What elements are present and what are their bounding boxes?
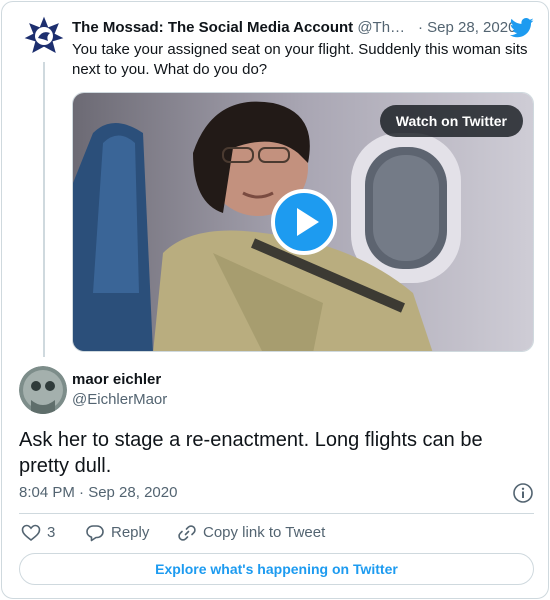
copy-link-label: Copy link to Tweet — [203, 524, 326, 541]
tweet-embed-card: The Mossad: The Social Media Account @Th… — [1, 1, 549, 599]
thread-connector-line — [43, 62, 45, 357]
author-avatar[interactable] — [19, 366, 67, 414]
quoted-tweet-date[interactable]: · Sep 28, 2020 — [418, 18, 516, 38]
mossad-avatar[interactable] — [24, 16, 64, 56]
reply-button[interactable]: Reply — [85, 522, 149, 544]
twitter-bird-icon[interactable] — [510, 18, 534, 38]
watch-on-twitter-button[interactable]: Watch on Twitter — [379, 105, 523, 137]
reply-bubble-icon — [86, 525, 104, 542]
reply-label: Reply — [111, 524, 150, 541]
author-handle[interactable]: @EichlerMaor — [72, 390, 167, 410]
quoted-tweet-header: The Mossad: The Social Media Account @Th… — [72, 18, 534, 38]
divider — [19, 513, 534, 514]
copy-link-button[interactable]: Copy link to Tweet — [177, 522, 325, 544]
quoted-author-name[interactable]: The Mossad: The Social Media Account — [72, 19, 353, 36]
tweet-text: Ask her to stage a re-enactment. Long fl… — [19, 429, 483, 477]
like-count: 3 — [47, 524, 56, 541]
tweet-timestamp[interactable]: 8:04 PM · Sep 28, 2020 — [19, 483, 177, 503]
info-icon[interactable] — [512, 482, 534, 504]
like-button[interactable]: 3 — [21, 522, 55, 544]
link-icon — [178, 525, 196, 541]
play-icon[interactable] — [271, 189, 337, 255]
quoted-author-handle[interactable]: @Th… — [357, 19, 405, 36]
author-name[interactable]: maor eichler — [72, 370, 161, 390]
video-thumbnail[interactable]: Watch on Twitter — [72, 92, 534, 352]
explore-twitter-button[interactable]: Explore what's happening on Twitter — [19, 553, 534, 585]
quoted-tweet-text: You take your assigned seat on your flig… — [72, 41, 528, 78]
heart-icon — [21, 524, 41, 542]
